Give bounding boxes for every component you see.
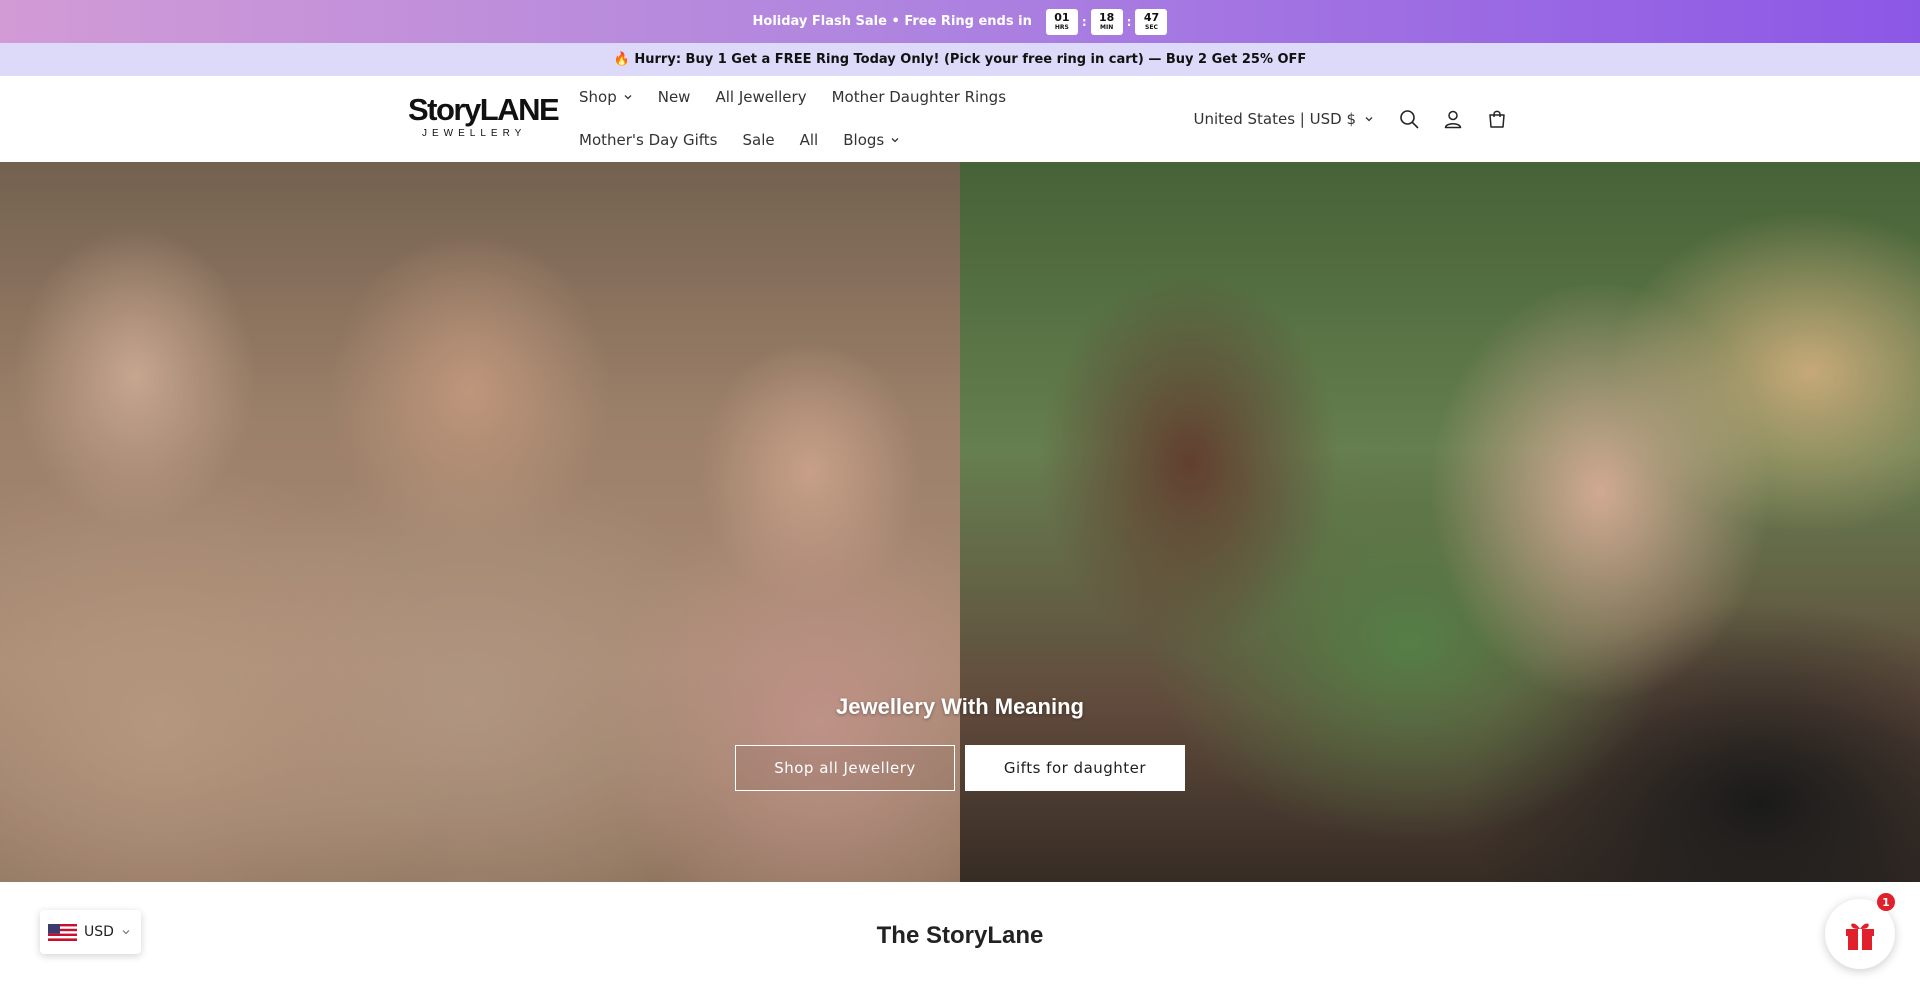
logo-tagline: JEWELLERY: [422, 128, 527, 139]
countdown-separator: :: [1126, 14, 1132, 29]
countdown-seconds: 47 SEC: [1135, 8, 1168, 35]
account-icon[interactable]: [1442, 108, 1464, 130]
search-icon[interactable]: [1398, 108, 1420, 130]
chevron-down-icon: [122, 930, 130, 935]
promo-announcement-bar[interactable]: 🔥 Hurry: Buy 1 Get a FREE Ring Today Onl…: [0, 43, 1920, 76]
chevron-down-icon: [624, 95, 632, 100]
hero-banner: Jewellery With Meaning Shop all Jeweller…: [0, 162, 1920, 882]
countdown-timer: 01 HRS : 18 MIN : 47 SEC: [1045, 8, 1168, 35]
us-flag-icon: [48, 923, 77, 941]
countdown-hours: 01 HRS: [1045, 8, 1078, 35]
notification-badge: 1: [1877, 893, 1895, 911]
hero-title: Jewellery With Meaning: [836, 694, 1084, 719]
nav-item-all-jewellery[interactable]: All Jewellery: [715, 88, 806, 106]
gifts-for-daughter-button[interactable]: Gifts for daughter: [965, 745, 1185, 791]
logo-wordmark: StoryLANE: [408, 92, 560, 127]
locale-selector[interactable]: United States | USD $: [1193, 110, 1374, 128]
nav-item-mothers-day-gifts[interactable]: Mother's Day Gifts: [579, 131, 718, 149]
currency-label: USD: [84, 924, 114, 940]
nav-item-new[interactable]: New: [658, 88, 691, 106]
countdown-separator: :: [1081, 14, 1087, 29]
shop-all-jewellery-button[interactable]: Shop all Jewellery: [735, 745, 955, 791]
header-actions: United States | USD $: [1193, 101, 1508, 137]
flash-sale-text: Holiday Flash Sale • Free Ring ends in: [752, 14, 1032, 29]
nav-item-sale[interactable]: Sale: [743, 131, 775, 149]
cart-icon[interactable]: [1486, 108, 1508, 130]
countdown-minutes: 18 MIN: [1090, 8, 1123, 35]
chevron-down-icon: [1365, 117, 1373, 122]
flash-sale-bar: Holiday Flash Sale • Free Ring ends in 0…: [0, 0, 1920, 43]
site-header: StoryLANE JEWELLERY Shop New All Jewelle…: [0, 76, 1920, 162]
storylane-logo[interactable]: StoryLANE JEWELLERY: [408, 92, 560, 146]
hero-buttons: Shop all Jewellery Gifts for daughter: [735, 745, 1185, 791]
nav-item-all[interactable]: All: [800, 131, 819, 149]
main-navigation: Shop New All Jewellery Mother Daughter R…: [579, 76, 1039, 162]
promo-text: 🔥 Hurry: Buy 1 Get a FREE Ring Today Onl…: [613, 52, 1307, 67]
nav-item-mother-daughter-rings[interactable]: Mother Daughter Rings: [832, 88, 1006, 106]
chevron-down-icon: [891, 138, 899, 143]
nav-item-shop[interactable]: Shop: [579, 88, 633, 106]
section-title: The StoryLane: [876, 922, 1044, 949]
gift-icon: [1846, 923, 1874, 950]
nav-item-blogs[interactable]: Blogs: [843, 131, 900, 149]
currency-switcher[interactable]: USD: [40, 910, 141, 954]
